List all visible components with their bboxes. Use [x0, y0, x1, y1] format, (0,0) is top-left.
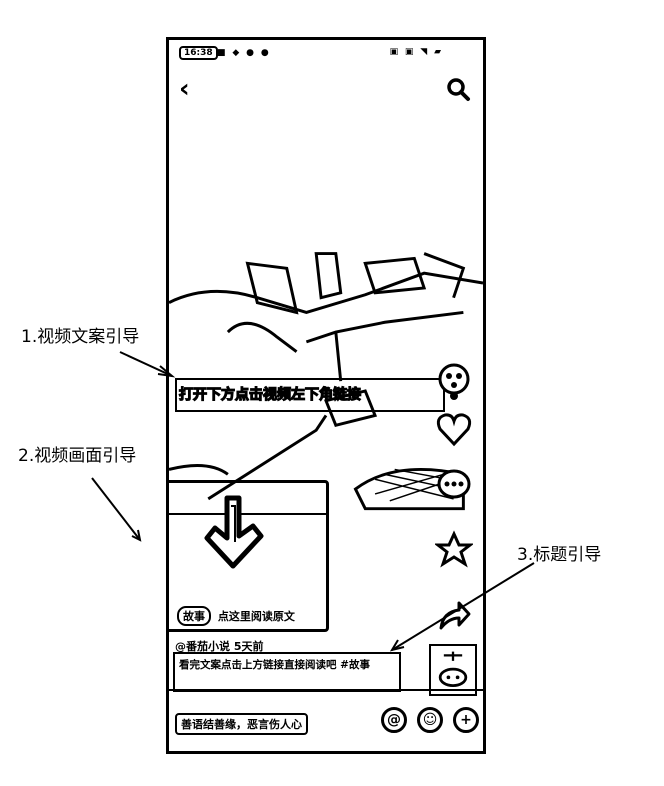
annotation-label-caption: 1.视频文案引导 [21, 327, 140, 347]
at-icon[interactable]: @ [381, 707, 407, 733]
like-icon[interactable] [435, 410, 473, 450]
tag-link-text[interactable]: 点这里阅读原文 [218, 610, 295, 623]
status-right-icons: ▣ ▣ ◥ ▰ [389, 47, 443, 57]
emoji-icon[interactable]: ☺ [417, 707, 443, 733]
back-icon[interactable]: ‹ [179, 76, 190, 102]
top-bar: ‹ [169, 70, 483, 110]
status-bar: 16:38 ■ ◆ ● ● ▣ ▣ ◥ ▰ [179, 46, 473, 60]
annotation-label-title: 3.标题引导 [517, 545, 602, 565]
favorite-icon[interactable] [435, 530, 473, 570]
pointing-hand-icon [204, 495, 264, 569]
search-icon[interactable] [445, 76, 471, 102]
share-icon[interactable] [435, 598, 473, 636]
annotation-label-video: 2.视频画面引导 [18, 446, 137, 466]
status-time: 16:38 [179, 46, 218, 60]
video-caption: 打开下方点击视频左下角链接 [178, 386, 361, 403]
video-link-row[interactable]: 故事 点这里阅读原文 [177, 606, 295, 626]
status-left-icons: ■ ◆ ● ● [217, 48, 271, 58]
tag-chip[interactable]: 故事 [177, 606, 211, 626]
bottom-bar: 善语结善缘，恶言伤人心 @ ☺ + [169, 689, 483, 751]
add-icon[interactable]: + [453, 707, 479, 733]
phone-frame: 16:38 ■ ◆ ● ● ▣ ▣ ◥ ▰ ‹ 打开下方点击视频左下角链接 故事… [166, 37, 486, 754]
avatar-follow-icon[interactable] [435, 362, 473, 400]
comment-input[interactable]: 善语结善缘，恶言伤人心 [175, 713, 308, 735]
comment-icon[interactable] [435, 468, 473, 504]
post-title[interactable]: 看完文案点击上方链接直接阅读吧 #故事 [173, 652, 401, 692]
